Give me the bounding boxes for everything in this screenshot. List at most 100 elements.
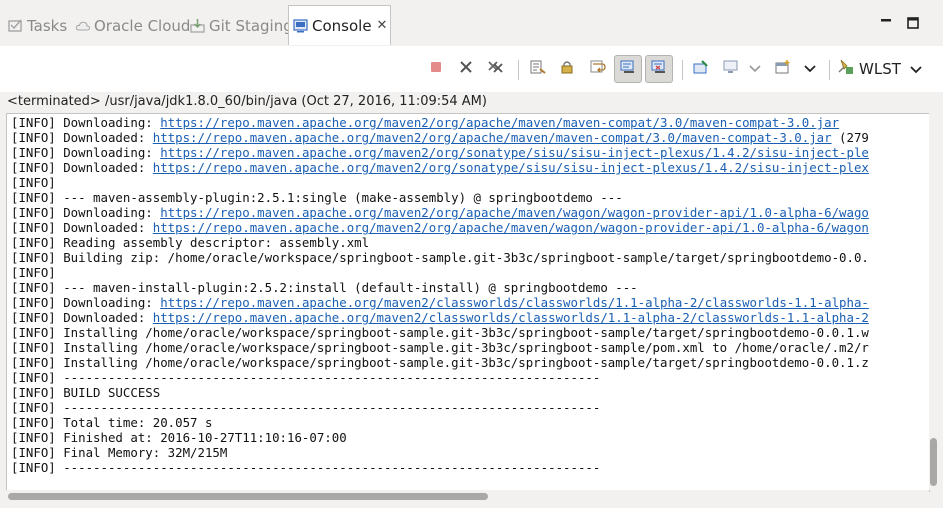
pin-console-button[interactable] [690,58,712,80]
console-line: [INFO] Installing /home/oracle/workspace… [11,340,869,355]
console-link[interactable]: https://repo.maven.apache.org/maven2/cla… [153,310,869,325]
lock-icon [560,60,576,78]
tab-console[interactable]: Console ✕ [288,5,391,45]
console-output-area[interactable]: [INFO] Downloading: https://repo.maven.a… [6,113,930,492]
tab-tasks[interactable]: Tasks [8,14,67,38]
display-console-dropdown[interactable] [747,58,763,80]
console-line-text: [INFO] Installing /home/oracle/workspace… [11,355,869,370]
tasks-icon [8,19,24,33]
open-console-dropdown[interactable] [801,58,819,80]
console-line: [INFO] Downloading: https://repo.maven.a… [11,205,869,220]
console-line-text: [INFO] Installing /home/oracle/workspace… [11,340,869,355]
console-line: [INFO] Downloading: https://repo.maven.a… [11,295,869,310]
console-line: [INFO] Downloaded: https://repo.maven.ap… [11,310,869,325]
console-line-text: [INFO] Reading assembly descriptor: asse… [11,235,370,250]
display-selected-console-button[interactable] [720,58,742,80]
console-line: [INFO] Downloaded: https://repo.maven.ap… [11,130,869,145]
vertical-scrollbar[interactable] [929,113,939,490]
console-link[interactable]: https://repo.maven.apache.org/maven2/org… [153,130,832,145]
maximize-button[interactable] [907,17,919,33]
cloud-icon [75,19,91,33]
console-line: [INFO] [11,265,56,280]
console-line: [INFO] ---------------------------------… [11,400,600,415]
console-line: [INFO] Installing /home/oracle/workspace… [11,355,869,370]
console-line-text: [INFO] Downloading: [11,145,161,160]
console-link[interactable]: https://repo.maven.apache.org/maven2/cla… [160,295,869,310]
pin-icon [693,60,709,78]
clear-icon [530,60,546,78]
console-line: [INFO] ---------------------------------… [11,460,600,475]
console-line: [INFO] Final Memory: 32M/215M [11,445,227,460]
console-line-text: [INFO] Downloaded: [11,220,153,235]
console-line-text: [INFO] [11,175,56,190]
console-line-text: [INFO] BUILD SUCCESS [11,385,161,400]
tab-label: Console [312,16,372,35]
console-line-text: [INFO] ---------------------------------… [11,370,601,385]
tab-label: Tasks [27,17,68,35]
minimize-button[interactable] [880,14,892,29]
console-line-text: [INFO] Downloaded: [11,160,153,175]
console-line: [INFO] Downloaded: https://repo.maven.ap… [11,220,869,235]
wlst-menu-button[interactable]: WLST [838,58,922,80]
show-console-on-stdout-button[interactable] [614,55,642,83]
console-line-text: [INFO] Finished at: 2016-10-27T11:10:16-… [11,430,347,445]
console-line: [INFO] Reading assembly descriptor: asse… [11,235,369,250]
console-line: [INFO] --- maven-install-plugin:2.5.2:in… [11,280,638,295]
console-link[interactable]: https://repo.maven.apache.org/maven2/org… [160,115,839,130]
tab-oracle-cloud[interactable]: Oracle Cloud [75,14,190,38]
word-wrap-icon [590,60,606,78]
console-link[interactable]: https://repo.maven.apache.org/maven2/org… [160,145,869,160]
console-line: [INFO] Downloading: https://repo.maven.a… [11,115,839,130]
console-line-text: [INFO] Downloading: [11,295,161,310]
horizontal-scroll-thumb[interactable] [8,493,488,500]
close-tab-icon[interactable]: ✕ [377,18,388,33]
console-line-text: [INFO] Downloading: [11,205,161,220]
console-line: [INFO] --- maven-assembly-plugin:2.5.1:s… [11,190,623,205]
remove-launch-button[interactable] [455,58,477,80]
toolbar-separator [518,60,519,80]
console-line-text: [INFO] --- maven-assembly-plugin:2.5.1:s… [11,190,623,205]
show-stdout-icon [620,60,636,78]
console-line: [INFO] Downloading: https://repo.maven.a… [11,145,869,160]
console-line: [INFO] ---------------------------------… [11,370,600,385]
stop-icon [430,61,442,77]
console-line-text: [INFO] Installing /home/oracle/workspace… [11,325,869,340]
word-wrap-button[interactable] [587,58,609,80]
chevron-down-icon [910,60,922,78]
console-line-text: [INFO] --- maven-install-plugin:2.5.2:in… [11,280,638,295]
vertical-scroll-thumb[interactable] [930,438,937,486]
console-line-text: [INFO] Downloaded: [11,130,153,145]
console-link[interactable]: https://repo.maven.apache.org/maven2/org… [153,160,869,175]
new-console-icon [775,60,791,78]
console-link[interactable]: https://repo.maven.apache.org/maven2/org… [153,220,869,235]
process-description: <terminated> /usr/java/jdk1.8.0_60/bin/j… [7,94,487,109]
console-line: [INFO] BUILD SUCCESS [11,385,160,400]
toolbar-separator [682,60,683,80]
horizontal-scrollbar[interactable] [6,490,929,502]
tab-label: Oracle Cloud [94,17,191,35]
console-link[interactable]: https://repo.maven.apache.org/maven2/org… [160,205,869,220]
console-line-text: [INFO] Downloading: [11,115,161,130]
console-line-text: [INFO] Building zip: /home/oracle/worksp… [11,250,869,265]
console-line: [INFO] Downloaded: https://repo.maven.ap… [11,160,869,175]
console-line-text: [INFO] Total time: 20.057 s [11,415,213,430]
console-line-suffix: (279 [831,130,869,145]
monitor-icon [723,60,739,78]
git-staging-icon [190,19,206,33]
scroll-lock-button[interactable] [557,58,579,80]
clear-console-button[interactable] [527,58,549,80]
console-line-text: [INFO] ---------------------------------… [11,400,601,415]
show-console-on-stderr-button[interactable] [645,55,673,83]
remove-all-terminated-button[interactable] [485,58,507,80]
console-line-text: [INFO] [11,265,56,280]
show-stderr-icon [651,60,667,78]
console-line-text: [INFO] Downloaded: [11,310,153,325]
tab-git-staging[interactable]: Git Staging [190,14,293,38]
console-icon [293,18,309,33]
wlst-label: WLST [859,60,901,78]
console-line: [INFO] [11,175,56,190]
tab-label: Git Staging [209,17,293,35]
remove-icon [459,60,473,78]
terminate-button[interactable] [425,58,447,80]
open-console-button[interactable] [772,58,794,80]
